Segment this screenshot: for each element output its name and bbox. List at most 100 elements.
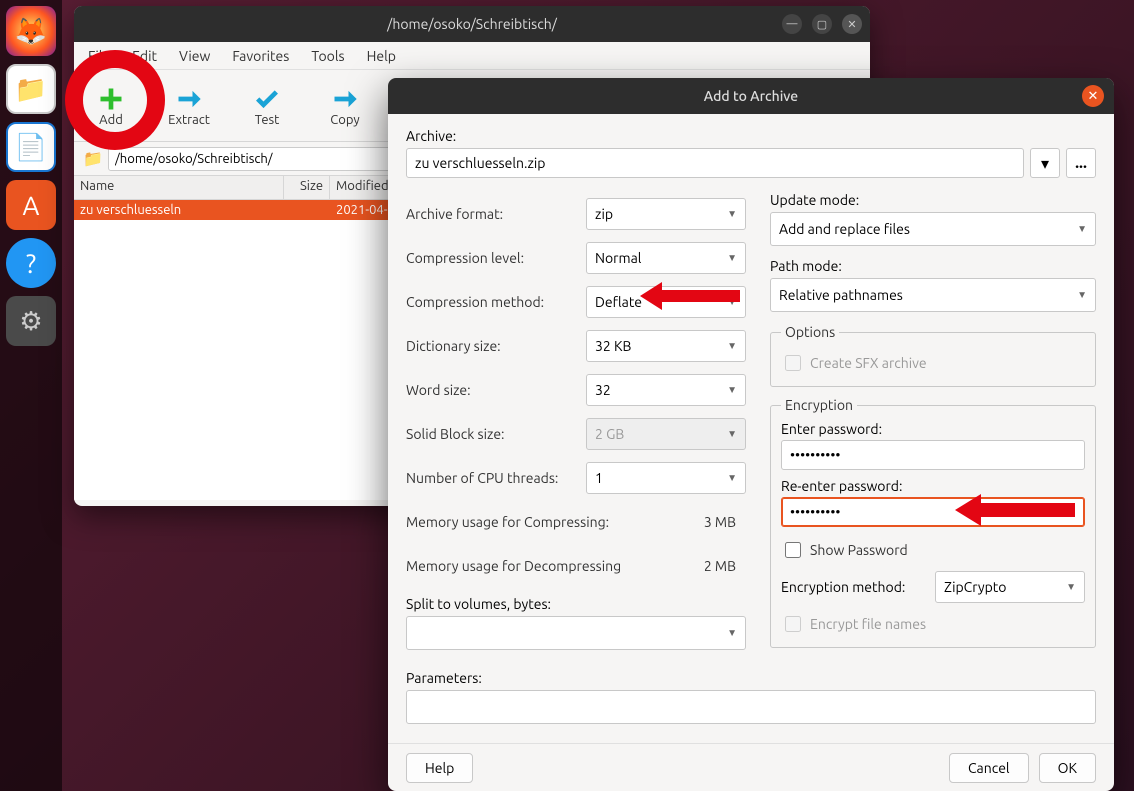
cell-name: zu verschluesseln <box>74 203 284 217</box>
chevron-down-icon: ▼ <box>727 252 737 264</box>
dialog-title: Add to Archive <box>704 88 798 104</box>
menu-help[interactable]: Help <box>367 48 396 64</box>
solid-label: Solid Block size: <box>406 426 586 442</box>
options-fieldset: Options Create SFX archive <box>770 324 1096 387</box>
extract-label: Extract <box>168 113 210 127</box>
level-label: Compression level: <box>406 250 586 266</box>
test-button[interactable]: Test <box>242 85 292 127</box>
chevron-down-icon: ▼ <box>727 296 737 308</box>
reenter-password-label: Re-enter password: <box>781 478 1085 494</box>
ok-button[interactable]: OK <box>1039 753 1096 783</box>
window-title: /home/osoko/Schreibtisch/ <box>387 16 557 32</box>
arrow-right-icon <box>175 85 203 113</box>
dock-firefox[interactable]: 🦊 <box>6 6 56 56</box>
menu-favorites[interactable]: Favorites <box>232 48 289 64</box>
close-icon[interactable]: ✕ <box>842 14 862 34</box>
copy-arrow-icon <box>331 85 359 113</box>
menu-file[interactable]: File <box>88 48 110 64</box>
extract-button[interactable]: Extract <box>164 85 214 127</box>
options-legend: Options <box>781 324 839 340</box>
word-size-select[interactable]: 32▼ <box>586 374 746 406</box>
left-column: Archive format: zip▼ Compression level: … <box>406 192 746 658</box>
test-label: Test <box>255 113 280 127</box>
folder-icon: 📁 <box>82 149 104 168</box>
show-password-checkbox[interactable]: Show Password <box>781 535 1085 565</box>
compression-method-select[interactable]: Deflate▼ <box>586 286 746 318</box>
chevron-down-icon: ▼ <box>727 428 737 440</box>
plus-icon <box>97 85 125 113</box>
chevron-down-icon: ▼ <box>727 384 737 396</box>
memc-label: Memory usage for Compressing: <box>406 514 609 530</box>
memd-label: Memory usage for Decompressing <box>406 558 621 574</box>
col-size[interactable]: Size <box>284 176 330 199</box>
chevron-down-icon: ▼ <box>1066 581 1076 593</box>
encryption-method-select[interactable]: ZipCrypto▼ <box>935 571 1085 603</box>
memd-value: 2 MB <box>704 558 746 574</box>
archive-format-select[interactable]: zip▼ <box>586 198 746 230</box>
password-input[interactable] <box>781 440 1085 470</box>
parameters-label: Parameters: <box>406 670 1096 686</box>
titlebar: /home/osoko/Schreibtisch/ — ▢ ✕ <box>74 6 870 42</box>
path-mode-label: Path mode: <box>770 258 1096 274</box>
update-mode-label: Update mode: <box>770 192 1096 208</box>
split-label: Split to volumes, bytes: <box>406 596 746 612</box>
archive-dropdown-icon[interactable]: ▾ <box>1030 148 1060 178</box>
dock-help[interactable]: ? <box>6 238 56 288</box>
reenter-password-input[interactable] <box>781 497 1085 527</box>
dock-files[interactable]: 📁 <box>6 64 56 114</box>
add-button[interactable]: Add <box>86 85 136 127</box>
encryption-fieldset: Encryption Enter password: Re-enter pass… <box>770 397 1096 648</box>
chevron-down-icon: ▼ <box>1077 289 1087 301</box>
archive-label: Archive: <box>406 128 1096 144</box>
copy-button[interactable]: Copy <box>320 85 370 127</box>
chevron-down-icon: ▼ <box>727 627 737 639</box>
sfx-checkbox: Create SFX archive <box>781 348 1085 378</box>
method-label: Compression method: <box>406 294 586 310</box>
update-mode-select[interactable]: Add and replace files▼ <box>770 212 1096 246</box>
format-label: Archive format: <box>406 206 586 222</box>
dock-software[interactable]: A <box>6 180 56 230</box>
dialog-close-icon[interactable]: ✕ <box>1082 85 1104 107</box>
chevron-down-icon: ▼ <box>727 340 737 352</box>
split-volumes-select[interactable]: ▼ <box>406 616 746 650</box>
encryption-legend: Encryption <box>781 397 857 413</box>
word-label: Word size: <box>406 382 586 398</box>
cell-size <box>284 203 330 217</box>
dock-writer[interactable]: 📄 <box>6 122 56 172</box>
encrypt-filenames-checkbox: Encrypt file names <box>781 609 1085 639</box>
help-button[interactable]: Help <box>406 753 473 783</box>
enc-method-label: Encryption method: <box>781 579 925 595</box>
maximize-icon[interactable]: ▢ <box>812 14 832 34</box>
parameters-input[interactable] <box>406 690 1096 724</box>
archive-name-input[interactable] <box>406 148 1024 178</box>
copy-label: Copy <box>330 113 359 127</box>
menu-view[interactable]: View <box>179 48 210 64</box>
chevron-down-icon: ▼ <box>727 208 737 220</box>
check-icon <box>253 85 281 113</box>
threads-label: Number of CPU threads: <box>406 470 586 486</box>
right-column: Update mode: Add and replace files▼ Path… <box>770 192 1096 658</box>
col-name[interactable]: Name <box>74 176 284 199</box>
browse-button[interactable]: ... <box>1066 148 1096 178</box>
solid-block-select: 2 GB▼ <box>586 418 746 450</box>
memc-value: 3 MB <box>704 514 746 530</box>
path-mode-select[interactable]: Relative pathnames▼ <box>770 278 1096 312</box>
cpu-threads-select[interactable]: 1▼ <box>586 462 746 494</box>
dictionary-size-select[interactable]: 32 KB▼ <box>586 330 746 362</box>
chevron-down-icon: ▼ <box>1077 223 1087 235</box>
compression-level-select[interactable]: Normal▼ <box>586 242 746 274</box>
password-label: Enter password: <box>781 421 1085 437</box>
add-to-archive-dialog: Add to Archive ✕ Archive: ▾ ... Archive … <box>388 78 1114 791</box>
dock-settings[interactable]: ⚙ <box>6 296 56 346</box>
menubar: File Edit View Favorites Tools Help <box>74 42 870 70</box>
dict-label: Dictionary size: <box>406 338 586 354</box>
chevron-down-icon: ▼ <box>727 472 737 484</box>
ubuntu-dock: 🦊 📁 📄 A ? ⚙ <box>0 0 62 791</box>
add-label: Add <box>99 113 123 127</box>
menu-edit[interactable]: Edit <box>132 48 157 64</box>
dialog-footer: Help Cancel OK <box>388 743 1114 791</box>
dialog-titlebar: Add to Archive ✕ <box>388 78 1114 114</box>
cancel-button[interactable]: Cancel <box>949 753 1029 783</box>
minimize-icon[interactable]: — <box>782 14 802 34</box>
menu-tools[interactable]: Tools <box>311 48 344 64</box>
